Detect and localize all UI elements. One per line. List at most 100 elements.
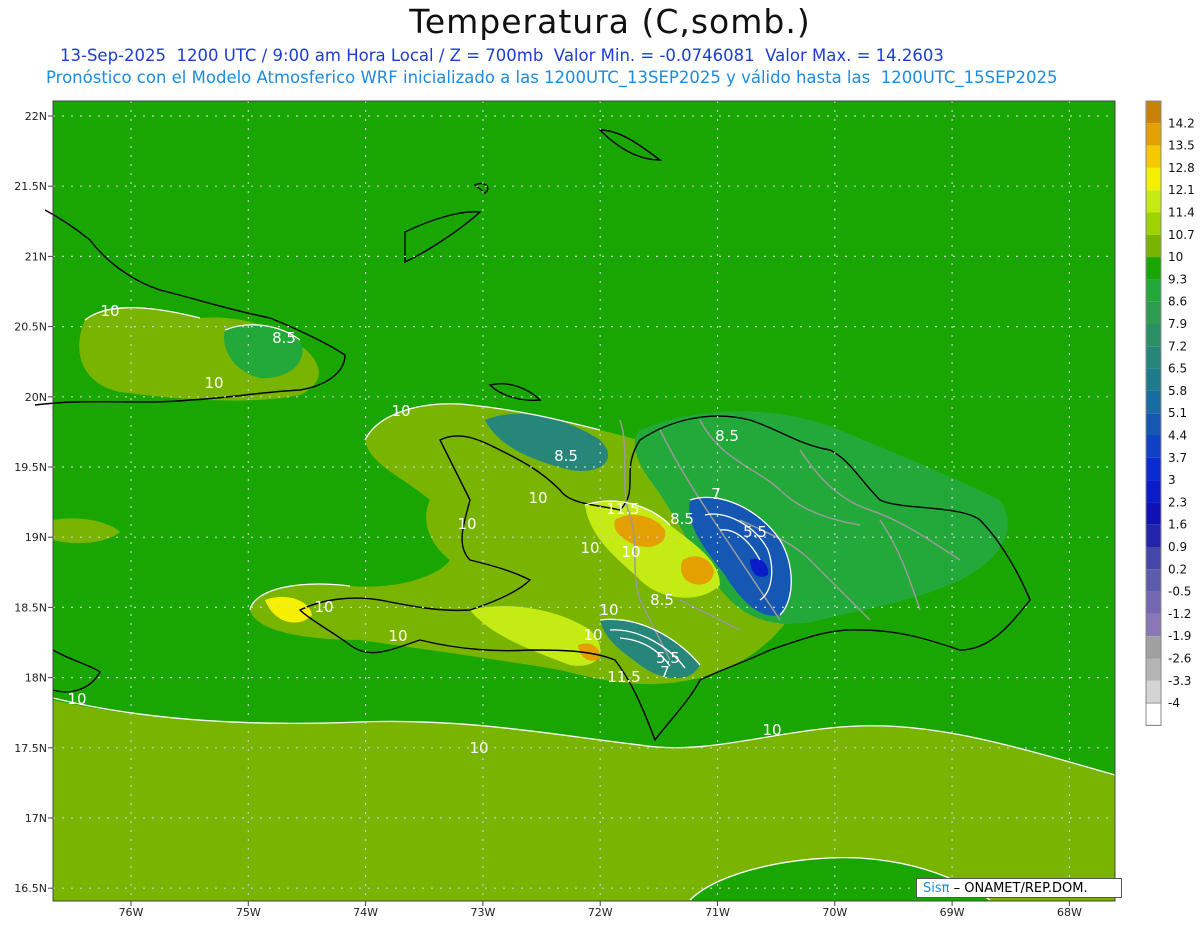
colorbar-label: 12.8 bbox=[1168, 161, 1195, 175]
contour-label: 7 bbox=[711, 485, 721, 503]
colorbar: 14.2 13.5 12.8 12.1 11.4 10.7 10 9.3 8.6 7.9 7.2 6.… bbox=[1145, 100, 1195, 726]
colorbar-label: -0.5 bbox=[1168, 585, 1191, 599]
lon-tick-label: 76W bbox=[119, 906, 144, 919]
lon-ticks: 76W 75W 74W 73W 72W 71W 70W 69W 68W bbox=[119, 901, 1082, 919]
contour-label: 10 bbox=[580, 539, 599, 557]
colorbar-swatch bbox=[1146, 257, 1161, 280]
lon-tick-label: 71W bbox=[705, 906, 730, 919]
colorbar-swatch bbox=[1146, 658, 1161, 681]
colorbar-label: 3.7 bbox=[1168, 451, 1187, 465]
lat-tick-label: 16.5N bbox=[14, 882, 47, 895]
colorbar-label: 6.5 bbox=[1168, 362, 1187, 376]
colorbar-label: 13.5 bbox=[1168, 139, 1195, 153]
colorbar-swatch bbox=[1146, 680, 1161, 704]
map-plot: 22N 21.5N 21N 20.5N 20N 19.5N 19N 18.5N 18N 17.5N… bbox=[14, 100, 1195, 919]
lon-tick-label: 70W bbox=[822, 906, 847, 919]
lat-tick-label: 21.5N bbox=[14, 180, 47, 193]
colorbar-label: 8.6 bbox=[1168, 295, 1187, 309]
contour-label: 10 bbox=[204, 374, 223, 392]
credit-text: – ONAMET/REP.DOM. bbox=[949, 881, 1088, 896]
colorbar-swatch bbox=[1146, 301, 1161, 324]
lat-tick-label: 18N bbox=[25, 672, 47, 685]
colorbar-label: 0.9 bbox=[1168, 540, 1187, 554]
colorbar-swatch bbox=[1146, 636, 1161, 659]
lat-ticks: 22N 21.5N 21N 20.5N 20N 19.5N 19N 18.5N 18N 17.5N… bbox=[14, 110, 53, 895]
colorbar-swatch bbox=[1146, 413, 1161, 436]
contour-label: 5.5 bbox=[656, 649, 680, 667]
lat-tick-label: 21N bbox=[25, 250, 47, 263]
colorbar-swatch bbox=[1146, 390, 1161, 414]
colorbar-swatch bbox=[1146, 591, 1161, 614]
colorbar-swatch bbox=[1146, 368, 1161, 391]
colorbar-swatch bbox=[1146, 524, 1161, 547]
colorbar-swatch bbox=[1146, 101, 1161, 124]
colorbar-label: 10.7 bbox=[1168, 228, 1195, 242]
contour-label: 10 bbox=[391, 402, 410, 420]
colorbar-swatch bbox=[1146, 145, 1161, 168]
colorbar-label: -4 bbox=[1168, 696, 1180, 710]
contour-label: 8.5 bbox=[670, 510, 694, 528]
colorbar-label: 1.6 bbox=[1168, 518, 1187, 532]
lat-tick-label: 17N bbox=[25, 812, 47, 825]
colorbar-swatch bbox=[1146, 190, 1161, 213]
contour-label: 11.5 bbox=[606, 500, 639, 518]
colorbar-swatch bbox=[1146, 502, 1161, 525]
contour-label: 10 bbox=[314, 598, 333, 616]
contour-label: 8.5 bbox=[650, 591, 674, 609]
credit-brand: Sisπ bbox=[923, 881, 950, 896]
colorbar-swatch bbox=[1146, 234, 1161, 258]
lat-tick-label: 20.5N bbox=[14, 321, 47, 334]
contour-label: 10 bbox=[388, 627, 407, 645]
colorbar-label: 11.4 bbox=[1168, 206, 1195, 220]
lon-tick-label: 75W bbox=[236, 906, 261, 919]
colorbar-label: 3 bbox=[1168, 473, 1176, 487]
colorbar-swatch bbox=[1146, 167, 1161, 191]
contour-label: 10 bbox=[67, 690, 86, 708]
colorbar-swatch bbox=[1146, 569, 1161, 592]
lon-tick-label: 74W bbox=[353, 906, 378, 919]
colorbar-label: 12.1 bbox=[1168, 183, 1195, 197]
colorbar-swatch bbox=[1146, 279, 1161, 302]
lat-tick-label: 19N bbox=[25, 531, 47, 544]
contour-label: 10 bbox=[469, 739, 488, 757]
contour-label: 10 bbox=[599, 601, 618, 619]
credit-box: Sisπ – ONAMET/REP.DOM. bbox=[916, 878, 1122, 898]
lat-tick-label: 18.5N bbox=[14, 601, 47, 614]
colorbar-label: -3.3 bbox=[1168, 674, 1191, 688]
colorbar-label: 5.1 bbox=[1168, 406, 1187, 420]
colorbar-label: -1.9 bbox=[1168, 629, 1191, 643]
colorbar-swatch bbox=[1146, 613, 1161, 637]
lat-tick-label: 20N bbox=[25, 391, 47, 404]
contour-label: 11.5 bbox=[607, 668, 640, 686]
contour-label: 10 bbox=[762, 721, 781, 739]
contour-label: 8.5 bbox=[554, 447, 578, 465]
colorbar-label: 2.3 bbox=[1168, 495, 1187, 509]
colorbar-swatch bbox=[1145, 702, 1162, 726]
colorbar-label: 5.8 bbox=[1168, 384, 1187, 398]
contour-label: 8.5 bbox=[715, 427, 739, 445]
colorbar-label: -2.6 bbox=[1168, 652, 1191, 666]
contour-label: 10 bbox=[583, 626, 602, 644]
colorbar-swatch bbox=[1146, 123, 1161, 146]
lon-tick-label: 73W bbox=[470, 906, 495, 919]
colorbar-label: 10 bbox=[1168, 250, 1183, 264]
colorbar-label: 9.3 bbox=[1168, 272, 1187, 286]
colorbar-swatch bbox=[1146, 324, 1161, 347]
colorbar-label: 4.4 bbox=[1168, 429, 1187, 443]
lon-tick-label: 72W bbox=[588, 906, 613, 919]
colorbar-swatch bbox=[1146, 547, 1161, 570]
colorbar-swatch bbox=[1146, 435, 1161, 458]
lon-tick-label: 69W bbox=[940, 906, 965, 919]
lat-tick-label: 19.5N bbox=[14, 461, 47, 474]
colorbar-label: 14.2 bbox=[1168, 116, 1195, 130]
colorbar-swatch bbox=[1146, 480, 1161, 503]
lat-tick-label: 22N bbox=[25, 110, 47, 123]
contour-label: 8.5 bbox=[272, 329, 296, 347]
colorbar-swatch bbox=[1146, 346, 1161, 369]
lat-tick-label: 17.5N bbox=[14, 742, 47, 755]
colorbar-swatch bbox=[1146, 212, 1161, 235]
lon-tick-label: 68W bbox=[1057, 906, 1082, 919]
contour-label: 10 bbox=[457, 515, 476, 533]
colorbar-label: -1.2 bbox=[1168, 607, 1191, 621]
colorbar-label: 7.9 bbox=[1168, 317, 1187, 331]
